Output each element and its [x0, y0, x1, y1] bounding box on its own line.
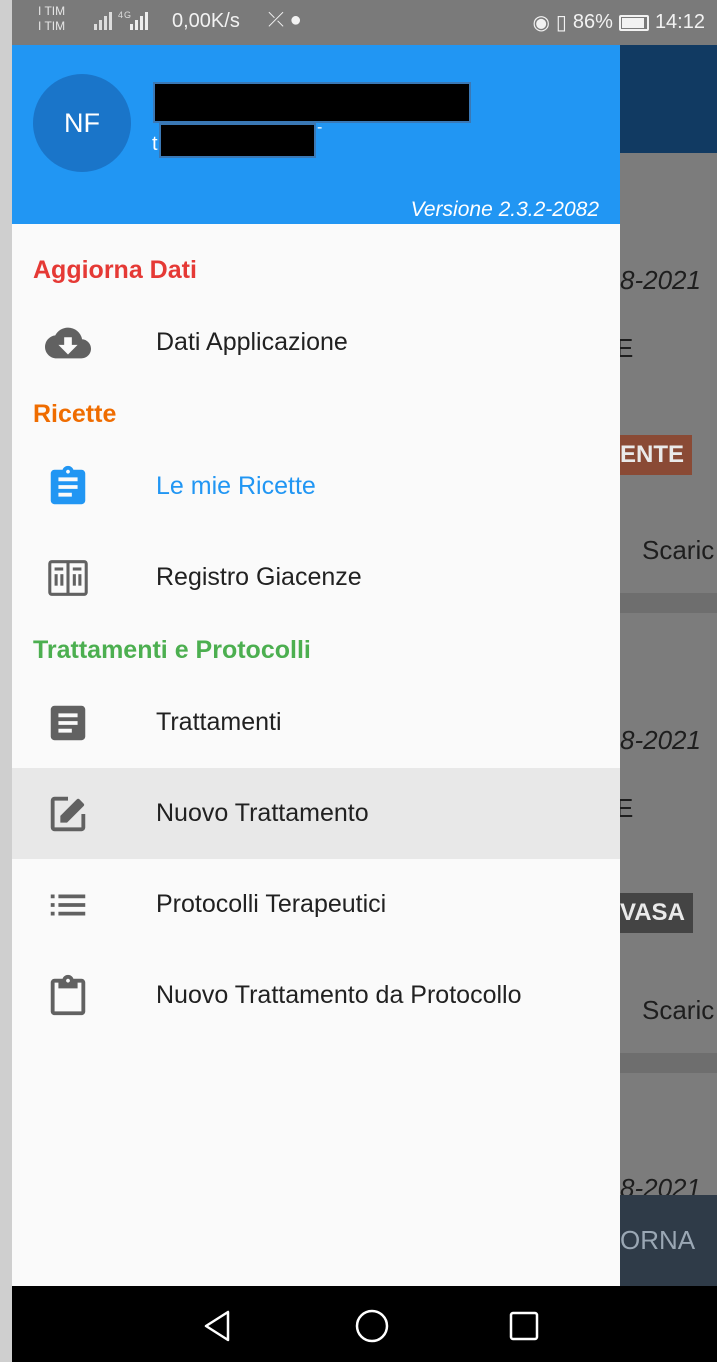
menu-item-label: Trattamenti [156, 708, 282, 736]
document-icon [45, 700, 91, 746]
eye-comfort-icon: ◉ [532, 12, 550, 34]
menu-item-nuovo-trattamento[interactable]: Nuovo Trattamento [12, 768, 620, 859]
register-icon [45, 555, 91, 601]
background-text: E [620, 793, 634, 823]
system-navigation-bar [12, 1286, 717, 1362]
menu-item-label: Dati Applicazione [156, 328, 348, 356]
status-bar: I TIM I TIM 4G 0,00K/s ⤫ ● ◉ ▯ 86% 14:12 [12, 0, 717, 45]
menu-item-registro-giacenze[interactable]: Registro Giacenze [12, 532, 620, 623]
menu-item-nuovo-trattamento-da-protocollo[interactable]: Nuovo Trattamento da Protocollo [12, 950, 620, 1041]
missed-call-icon: ⤫ [268, 9, 284, 31]
avatar[interactable]: NF [33, 74, 131, 172]
redacted-user-name [153, 82, 471, 123]
vibrate-icon: ▯ [555, 12, 567, 34]
menu-item-le-mie-ricette[interactable]: Le mie Ricette [12, 441, 620, 532]
message-icon: ● [289, 9, 302, 31]
background-bottom-button: ORNA [620, 1195, 717, 1286]
clipboard-text-icon [45, 464, 91, 510]
clock: 14:12 [654, 11, 705, 33]
redacted-user-email [159, 123, 316, 158]
background-badge: ENTE [620, 435, 693, 475]
carrier-labels: I TIM I TIM [38, 4, 66, 33]
menu-item-label: Le mie Ricette [156, 472, 316, 500]
device-frame [0, 0, 12, 1362]
menu-item-label: Nuovo Trattamento [156, 799, 369, 827]
battery-icon [618, 14, 649, 31]
menu-item-dati-applicazione[interactable]: Dati Applicazione [12, 297, 620, 388]
home-button[interactable] [354, 1308, 390, 1344]
redacted-email-suffix: - [317, 119, 323, 136]
menu-item-label: Registro Giacenze [156, 563, 362, 591]
svg-text:4G: 4G [118, 10, 132, 20]
menu-item-label: Nuovo Trattamento da Protocollo [156, 981, 522, 1009]
background-app-bar [620, 45, 717, 153]
clipboard-icon [45, 973, 91, 1019]
background-badge: VASA [620, 893, 693, 933]
battery-percentage: 86% [572, 11, 613, 33]
network-speed: 0,00K/s [172, 10, 240, 32]
app-version: Versione 2.3.2-2082 [410, 198, 599, 221]
background-text: E [620, 333, 634, 363]
background-action: Scaric [620, 535, 714, 566]
notification-icons: ⤫ ● [268, 9, 302, 32]
background-date: 8-2021 [620, 725, 701, 755]
redacted-email-prefix: t [152, 133, 158, 155]
menu-item-protocolli-terapeutici[interactable]: Protocolli Terapeutici [12, 859, 620, 950]
recents-button[interactable] [506, 1308, 542, 1344]
signal-icon: 4G [92, 8, 162, 39]
section-title-ricette: Ricette [33, 400, 117, 428]
cloud-download-icon [45, 320, 91, 366]
menu-item-trattamenti[interactable]: Trattamenti [12, 677, 620, 768]
section-title-aggiorna-dati: Aggiorna Dati [33, 256, 197, 284]
background-app: 8-2021 E ENTE Scaric 8-2021 E VASA Scari… [620, 45, 717, 1286]
background-date: 8-2021 [620, 265, 701, 295]
menu-item-label: Protocolli Terapeutici [156, 890, 387, 918]
background-card [620, 613, 717, 1053]
navigation-drawer: NF t - Versione 2.3.2-2082 Aggiorna Dati… [12, 45, 620, 1286]
drawer-header: NF t - Versione 2.3.2-2082 [12, 45, 620, 224]
edit-icon [45, 791, 91, 837]
section-title-trattamenti-e-protocolli: Trattamenti e Protocolli [33, 636, 311, 664]
list-icon [45, 882, 91, 928]
back-button[interactable] [200, 1308, 236, 1344]
background-card [620, 153, 717, 593]
background-action: Scaric [620, 995, 714, 1026]
